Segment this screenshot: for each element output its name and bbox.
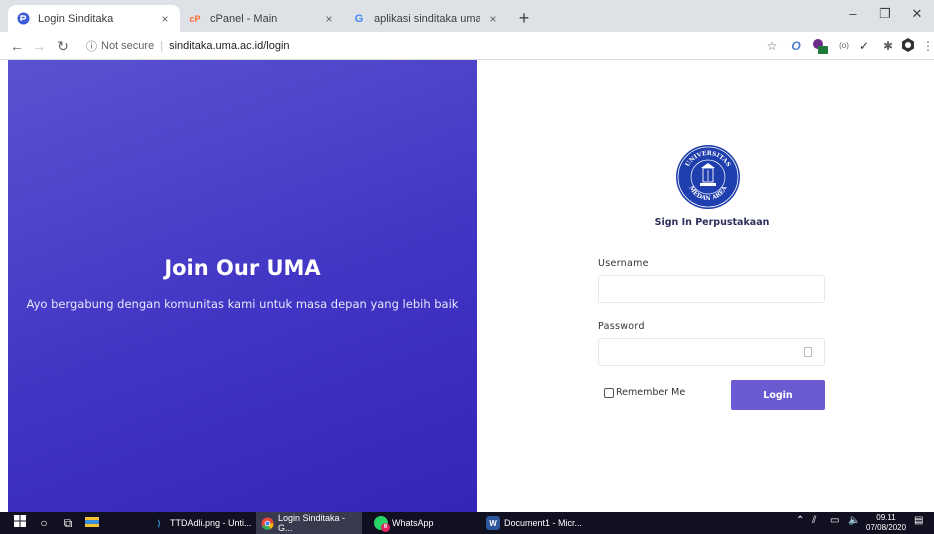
tab-close-icon[interactable]: × [486, 12, 500, 26]
remember-me-label: Remember Me [616, 387, 686, 398]
extension-badge-icon[interactable] [812, 38, 828, 58]
bookmark-star-icon[interactable]: ☆ [764, 38, 780, 54]
network-icon[interactable]: ⫽ [812, 515, 816, 526]
close-window-button[interactable]: ✕ [902, 6, 932, 22]
battery-icon[interactable]: ▭ [830, 515, 839, 526]
hero-title: Join Our UMA [164, 256, 321, 280]
tab-google-search[interactable]: G aplikasi sinditaka uma - Penelusu × [344, 5, 508, 32]
forward-arrow-icon[interactable]: → [30, 37, 48, 55]
taskbar-app-label: Document1 - Micr... [504, 518, 583, 528]
login-button[interactable]: Login [731, 380, 825, 410]
sinditaka-favicon-icon [16, 12, 30, 26]
tab-title: aplikasi sinditaka uma - Penelusu [374, 12, 480, 25]
taskbar-app-label: TTDAdli.png - Unti... [170, 518, 252, 528]
remember-me-checkbox[interactable]: Remember Me [604, 387, 685, 398]
omnibox-separator: | [160, 40, 164, 52]
password-label: Password [598, 321, 645, 332]
taskbar-app-chrome[interactable]: Login Sinditaka - G... [256, 512, 362, 534]
security-label: Not secure [101, 40, 155, 52]
username-label: Username [598, 258, 649, 269]
clock-time: 09.11 [876, 513, 896, 522]
search-icon[interactable]: ○ [36, 515, 52, 531]
new-tab-button[interactable]: + [514, 8, 534, 28]
notification-icon[interactable]: ▤ [914, 515, 923, 526]
browser-tabstrip: Login Sinditaka × cP cPanel - Main × G a… [0, 0, 934, 32]
join-hero-panel: Join Our UMA Ayo bergabung dengan komuni… [8, 60, 477, 512]
reload-icon[interactable]: ↻ [54, 37, 72, 55]
extension-check-icon[interactable]: ✓ [856, 38, 872, 54]
url-text: sinditaka.uma.ac.id/login [169, 40, 290, 52]
back-arrow-icon[interactable]: ← [8, 37, 26, 55]
clock-date: 07/08/2020 [866, 523, 907, 532]
profile-avatar-icon[interactable] [900, 38, 916, 56]
taskbar-app-vscode[interactable]: ⟩ TTDAdli.png - Unti... [148, 512, 252, 534]
password-input[interactable] [598, 338, 825, 366]
vscode-icon: ⟩ [157, 518, 161, 528]
sign-in-heading: Sign In Perpustakaan [654, 217, 770, 228]
chrome-icon [260, 516, 274, 530]
page-content: Join Our UMA Ayo bergabung dengan komuni… [0, 60, 934, 512]
tab-title: cPanel - Main [210, 12, 278, 25]
windows-start-icon[interactable] [12, 515, 28, 531]
tab-close-icon[interactable]: × [158, 12, 172, 26]
address-bar[interactable]: ⓘ Not secure | sinditaka.uma.ac.id/login [86, 37, 746, 55]
whatsapp-icon: 6 [374, 516, 390, 532]
taskbar-app-label: Login Sinditaka - G... [278, 513, 346, 533]
tab-login-sinditaka[interactable]: Login Sinditaka × [8, 5, 180, 32]
university-logo: UNIVERSITAS MEDAN AREA [676, 145, 740, 209]
hero-subtitle: Ayo bergabung dengan komunitas kami untu… [26, 297, 459, 311]
word-icon: W [486, 516, 500, 530]
maximize-button[interactable]: ❐ [870, 6, 900, 22]
extensions-puzzle-icon[interactable]: ✱ [880, 38, 896, 54]
taskbar-app-whatsapp[interactable]: 6 WhatsApp [370, 512, 470, 534]
browser-toolbar: ← → ↻ ⓘ Not secure | sinditaka.uma.ac.id… [0, 32, 934, 60]
whatsapp-badge: 6 [381, 523, 390, 532]
login-panel: UNIVERSITAS MEDAN AREA Sign In Perpustak… [477, 60, 934, 512]
tab-close-icon[interactable]: × [322, 12, 336, 26]
windows-taskbar: ○ ⧉ ⟩ TTDAdli.png - Unti... Login Sindit… [0, 512, 934, 534]
google-favicon-icon: G [354, 12, 364, 25]
info-icon[interactable]: ⓘ [86, 38, 97, 54]
task-view-icon[interactable]: ⧉ [60, 515, 76, 531]
browser-menu-icon[interactable]: ⋮ [920, 38, 934, 54]
checkbox-icon[interactable] [604, 387, 614, 398]
file-explorer-icon[interactable] [84, 515, 100, 531]
minimize-button[interactable]: – [838, 6, 868, 21]
tray-chevron-icon[interactable]: ⌃ [796, 515, 804, 526]
username-input[interactable] [598, 275, 825, 303]
taskbar-clock[interactable]: 09.11 07/08/2020 [866, 513, 906, 533]
taskbar-app-word[interactable]: W Document1 - Micr... [482, 512, 592, 534]
volume-icon[interactable]: 🔈 [848, 515, 860, 526]
extension-opera-icon[interactable]: O [788, 38, 804, 54]
taskbar-app-label: WhatsApp [392, 518, 434, 528]
extension-brackets-icon[interactable]: (o) [836, 38, 852, 54]
cpanel-favicon-icon: cP [189, 13, 201, 24]
password-toggle-icon[interactable] [804, 347, 812, 357]
tab-cpanel[interactable]: cP cPanel - Main × [180, 5, 344, 32]
tab-title: Login Sinditaka [38, 12, 114, 25]
